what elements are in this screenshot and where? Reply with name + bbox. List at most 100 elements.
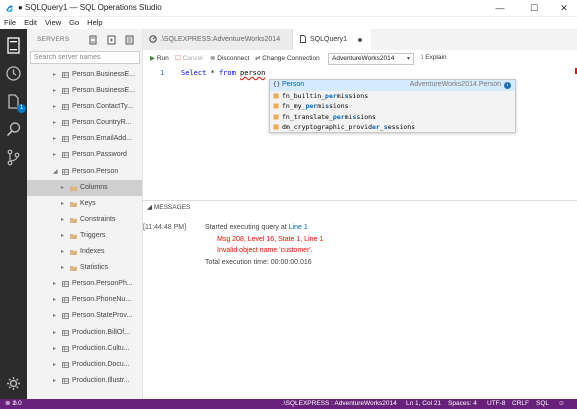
- tree-node[interactable]: ◢ Person.Person: [27, 164, 142, 180]
- new-group-icon[interactable]: [107, 35, 116, 45]
- tree-node[interactable]: ▸ Production.Docu...: [27, 357, 142, 373]
- task-icon[interactable]: 1: [4, 92, 26, 113]
- folder-icon: [70, 185, 77, 191]
- tree-node[interactable]: ▸ Production.BillOf...: [27, 325, 142, 341]
- menu-edit[interactable]: Edit: [20, 17, 41, 29]
- tree-node[interactable]: ▸ Person.StateProv...: [27, 308, 142, 324]
- tree-node[interactable]: ▸ Person.ContactTy...: [27, 99, 142, 115]
- chevron-right-icon[interactable]: ▸: [53, 67, 59, 83]
- tab-bar: .\SQLEXPRESS:AdventureWorks2014 SQLQuery…: [143, 29, 577, 50]
- tree-node[interactable]: ▸ Constraints: [27, 212, 142, 228]
- history-icon[interactable]: [4, 64, 23, 83]
- chevron-right-icon[interactable]: ▸: [53, 115, 59, 131]
- tree-node[interactable]: ▸ Production.Cultu...: [27, 341, 142, 357]
- tree-node[interactable]: ▸ Person.Password: [27, 147, 142, 163]
- tab-adventureworks[interactable]: .\SQLEXPRESS:AdventureWorks2014: [143, 29, 293, 50]
- messages-header[interactable]: ◢ MESSAGES: [143, 201, 577, 214]
- tree-node[interactable]: ▸ Person.PersonPh...: [27, 276, 142, 292]
- chevron-right-icon[interactable]: ▸: [53, 131, 59, 147]
- chevron-right-icon[interactable]: ▸: [61, 180, 67, 196]
- suggestion-item[interactable]: fn_translate_permissions: [270, 112, 515, 123]
- chevron-right-icon[interactable]: ▸: [53, 99, 59, 115]
- server-search-box[interactable]: [30, 51, 140, 64]
- feedback-icon[interactable]: ☺: [558, 399, 565, 409]
- info-icon[interactable]: i: [504, 82, 511, 89]
- tree-node[interactable]: ▸ Person.BusinessE...: [27, 67, 142, 83]
- minimize-icon[interactable]: —: [490, 2, 510, 14]
- dashboard-icon: [149, 35, 157, 43]
- chevron-right-icon[interactable]: ▸: [53, 308, 59, 324]
- menu-go[interactable]: Go: [65, 17, 83, 29]
- suggestion-item[interactable]: fn_my_permissions: [270, 101, 515, 112]
- tree-node[interactable]: ▸ Person.CountryR...: [27, 115, 142, 131]
- table-icon: [62, 136, 69, 143]
- table-icon: [62, 281, 69, 288]
- chevron-down-icon[interactable]: ◢: [53, 164, 59, 180]
- tree-node[interactable]: ▸ Keys: [27, 196, 142, 212]
- unsaved-dot-icon[interactable]: [358, 38, 362, 42]
- tree-node[interactable]: ▸ Person.BusinessE...: [27, 83, 142, 99]
- search-icon[interactable]: [4, 120, 23, 139]
- run-button[interactable]: ▶ Run: [150, 54, 169, 62]
- chevron-right-icon[interactable]: ▸: [53, 147, 59, 163]
- line-link[interactable]: Line 1: [289, 224, 308, 231]
- tree-node-label: Indexes: [80, 248, 105, 256]
- database-select[interactable]: AdventureWorks2014 ▾: [328, 53, 414, 65]
- close-icon[interactable]: ✕: [554, 2, 574, 14]
- table-icon: [62, 168, 69, 175]
- chevron-right-icon[interactable]: ▸: [61, 260, 67, 276]
- chevron-right-icon[interactable]: ▸: [61, 212, 67, 228]
- chevron-right-icon[interactable]: ▸: [53, 276, 59, 292]
- suggestion-item[interactable]: fn_builtin_permissions: [270, 91, 515, 102]
- table-icon: [62, 313, 69, 320]
- search-input[interactable]: [31, 52, 139, 63]
- explain-button[interactable]: ⟟ Explain: [421, 54, 447, 62]
- indentation[interactable]: Spaces: 4: [448, 399, 477, 409]
- tree-node-label: Production.Illustr...: [72, 376, 130, 384]
- disconnect-button[interactable]: ⊗ Disconnect: [210, 54, 249, 62]
- cancel-button[interactable]: ☐ Cancel: [175, 54, 203, 62]
- git-icon[interactable]: [4, 148, 23, 167]
- chevron-right-icon[interactable]: ▸: [61, 244, 67, 260]
- suggestion-item[interactable]: {} Person AdventureWorks2014.Person i: [270, 80, 515, 91]
- table-icon: [62, 120, 69, 127]
- chevron-right-icon[interactable]: ▸: [53, 341, 59, 357]
- chevron-right-icon[interactable]: ▸: [53, 357, 59, 373]
- cursor-position[interactable]: Ln 1, Col 21: [406, 399, 441, 409]
- change-connection-button[interactable]: ⇄ Change Connection: [255, 54, 320, 62]
- tree-node[interactable]: ▸ Triggers: [27, 228, 142, 244]
- menu-file[interactable]: File: [0, 17, 20, 29]
- servers-icon[interactable]: [4, 36, 23, 55]
- tab-sqlquery1[interactable]: SQLQuery1: [293, 29, 371, 50]
- code-line[interactable]: Select * from person: [181, 69, 265, 77]
- new-connection-icon[interactable]: [89, 35, 98, 45]
- active-connections-icon[interactable]: [125, 35, 134, 45]
- code-editor[interactable]: 1 Select * from person {} Person Adventu…: [143, 68, 577, 200]
- code-keyword-from: from: [218, 69, 236, 77]
- tree-node[interactable]: ▸ Statistics: [27, 260, 142, 276]
- gear-icon[interactable]: [4, 374, 23, 393]
- chevron-right-icon[interactable]: ▸: [61, 228, 67, 244]
- chevron-right-icon[interactable]: ▸: [53, 373, 59, 389]
- table-icon: [62, 345, 69, 352]
- table-icon: [62, 152, 69, 159]
- tree-node[interactable]: ▸ Indexes: [27, 244, 142, 260]
- tree-node[interactable]: ▸ Production.Illustr...: [27, 373, 142, 389]
- chevron-right-icon[interactable]: ▸: [61, 196, 67, 212]
- chevron-right-icon[interactable]: ▸: [53, 325, 59, 341]
- menu-view[interactable]: View: [41, 17, 65, 29]
- tree-node[interactable]: ▸ Person.EmailAdd...: [27, 131, 142, 147]
- disconnect-icon: ⊗: [210, 55, 216, 62]
- suggestion-item[interactable]: dm_cryptographic_provider_sessions: [270, 122, 515, 133]
- maximize-icon[interactable]: ☐: [524, 2, 544, 14]
- chevron-right-icon[interactable]: ▸: [53, 292, 59, 308]
- connection-status[interactable]: .\SQLEXPRESS : AdventureWorks2014: [282, 399, 397, 409]
- language-mode[interactable]: SQL: [536, 399, 549, 409]
- end-of-line[interactable]: CRLF: [512, 399, 529, 409]
- tree-node[interactable]: ▸ Columns: [27, 179, 142, 196]
- tree-node[interactable]: ▸ Person.PhoneNu...: [27, 292, 142, 308]
- menu-help[interactable]: Help: [83, 17, 106, 29]
- chevron-right-icon[interactable]: ▸: [53, 83, 59, 99]
- problems-indicator[interactable]: ⊗ 1 ⚠ 0: [5, 399, 22, 409]
- encoding[interactable]: UTF-8: [487, 399, 505, 409]
